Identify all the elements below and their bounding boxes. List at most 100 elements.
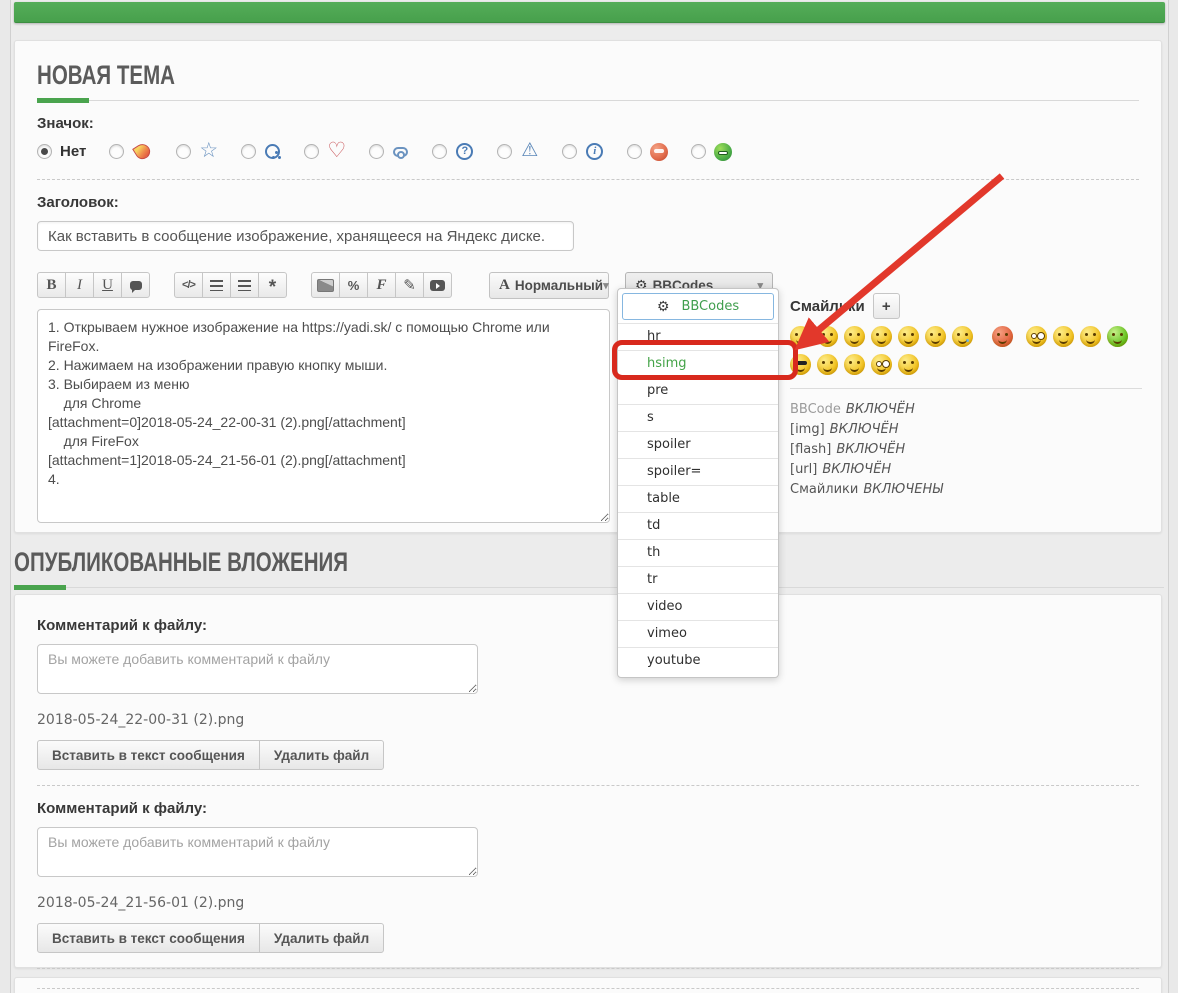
delete-file-button[interactable]: Удалить файл [259,923,384,953]
bbcode-item-s[interactable]: s [618,404,778,431]
topic-icon-option[interactable]: ♡ [304,142,346,161]
image-icon[interactable] [311,272,340,298]
font-icon: A [499,277,510,294]
status-value: ВКЛЮЧЁН [822,462,891,477]
subject-input[interactable] [37,221,574,251]
quote-icon[interactable] [121,272,150,298]
topic-icon-option[interactable]: ☆ [176,142,218,161]
topic-icon-option[interactable] [627,143,668,161]
topic-icon-option[interactable]: i [562,142,604,161]
smiley-sick-icon[interactable] [1107,326,1128,347]
grin-face-icon[interactable] [714,143,732,161]
topic-icon-label: Значок: [37,115,1139,132]
file-comment-textarea[interactable] [37,644,478,694]
radio-info-icon[interactable] [562,144,577,159]
radio-question-icon[interactable] [432,144,447,159]
list-item-button[interactable]: * [258,272,287,298]
radio-star-icon[interactable] [176,144,191,159]
topic-icon-none-option[interactable]: Нет [37,143,86,160]
status-label: [url] [790,462,817,477]
star-icon[interactable]: ☆ [199,142,218,161]
italic-button[interactable]: I [65,272,94,298]
radio-fire-icon[interactable] [109,144,124,159]
bbcode-item-vimeo[interactable]: vimeo [618,620,778,647]
bold-button[interactable]: B [37,272,66,298]
fire-icon[interactable] [132,141,153,162]
status-line: [img]ВКЛЮЧЁН [790,420,1142,440]
bbcode-item-spoiler[interactable]: spoiler [618,431,778,458]
underline-button[interactable]: U [93,272,122,298]
info-icon[interactable]: i [586,143,603,160]
radio-warning-icon[interactable] [497,144,512,159]
smiley-wink-icon[interactable] [817,326,838,347]
code-button[interactable]: </> [174,272,203,298]
smiley-hello-icon[interactable] [898,354,919,375]
topic-icon-option[interactable]: ? [432,142,474,161]
topic-icon-row: Нет ☆ ♡? ⚠ i [37,142,1139,180]
bbcode-item-hsimg[interactable]: hsimg [618,350,778,377]
message-textarea[interactable]: 1. Открываем нужное изображение на https… [37,309,610,523]
topic-icon-option[interactable]: ⚠ [497,142,539,161]
status-value: ВКЛЮЧЁН [836,442,905,457]
posting-options-status: BBCodeВКЛЮЧЁН[img]ВКЛЮЧЁН[flash]ВКЛЮЧЁН[… [790,400,1142,500]
new-topic-heading: НОВАЯ ТЕМА [37,61,1139,101]
bbcode-item-youtube[interactable]: youtube [618,647,778,674]
bbcode-item-pre[interactable]: pre [618,377,778,404]
smiley-confused-icon[interactable] [925,326,946,347]
smiley-smile-icon[interactable] [790,326,811,347]
insert-into-message-button[interactable]: Вставить в текст сообщения [37,923,260,953]
radio-speech-bubble-icon[interactable] [369,144,384,159]
bbcode-item-tr[interactable]: tr [618,566,778,593]
bbcode-item-hr[interactable]: hr [618,323,778,350]
radio-none[interactable] [37,144,52,159]
add-smiley-button[interactable]: + [873,293,900,319]
radio-heart-icon[interactable] [304,144,319,159]
radio-angry-face-icon[interactable] [627,144,642,159]
smiley-cool-icon[interactable] [790,354,811,375]
bbcode-item-table[interactable]: table [618,485,778,512]
radio-ball-icon[interactable] [241,144,256,159]
font-size-dropdown-button[interactable]: A Нормальный ▾ [489,272,609,299]
flash-button[interactable]: F [367,272,396,298]
question-icon[interactable]: ? [456,143,473,160]
smiley-angry-icon[interactable] [992,326,1013,347]
heart-icon[interactable]: ♡ [327,142,346,161]
smiley-shocked-icon[interactable] [1026,326,1047,347]
youtube-icon[interactable] [423,272,452,298]
smiley-speechless-icon[interactable] [1053,326,1074,347]
bbcode-item-video[interactable]: video [618,593,778,620]
delete-file-button[interactable]: Удалить файл [259,740,384,770]
ball-icon[interactable] [265,144,280,159]
smiley-grin-icon[interactable] [844,326,865,347]
radio-grin-face-icon[interactable] [691,144,706,159]
speech-bubble-icon[interactable] [393,147,408,157]
pencil-icon[interactable]: ✎ [395,272,424,298]
smiley-rolleyes-icon[interactable] [871,326,892,347]
bbcode-item-th[interactable]: th [618,539,778,566]
insert-into-message-button[interactable]: Вставить в текст сообщения [37,740,260,770]
attachment-block: Комментарий к файлу: 2018-05-24_22-00-31… [37,617,1139,770]
topic-icon-option[interactable] [369,144,409,160]
bbcode-item-spoiler-[interactable]: spoiler= [618,458,778,485]
smiley-yell-icon[interactable] [1080,326,1101,347]
link-button[interactable]: % [339,272,368,298]
topic-icon-option[interactable] [241,143,281,160]
attachment-filename: 2018-05-24_22-00-31 (2).png [37,712,1139,728]
bbcode-item-label: BBCodes [681,294,739,320]
bbcode-item-bbcodes[interactable]: ⚙BBCodes [622,293,774,320]
file-comment-textarea[interactable] [37,827,478,877]
smiley-row [790,354,1142,375]
smiley-cry-icon[interactable] [952,326,973,347]
topic-icon-option[interactable] [109,142,153,161]
smiley-gasp-icon[interactable] [871,354,892,375]
smiley-smirk-icon[interactable] [844,354,865,375]
smiley-annoyed-icon[interactable] [898,326,919,347]
bbcode-item-td[interactable]: td [618,512,778,539]
smiley-hmm-icon[interactable] [817,354,838,375]
smilies-header: Смайлики + [790,293,1142,319]
list-bullet-icon[interactable] [202,272,231,298]
warning-icon[interactable]: ⚠ [520,142,539,161]
angry-face-icon[interactable] [650,143,668,161]
topic-icon-option[interactable] [691,143,732,161]
list-ordered-icon[interactable] [230,272,259,298]
